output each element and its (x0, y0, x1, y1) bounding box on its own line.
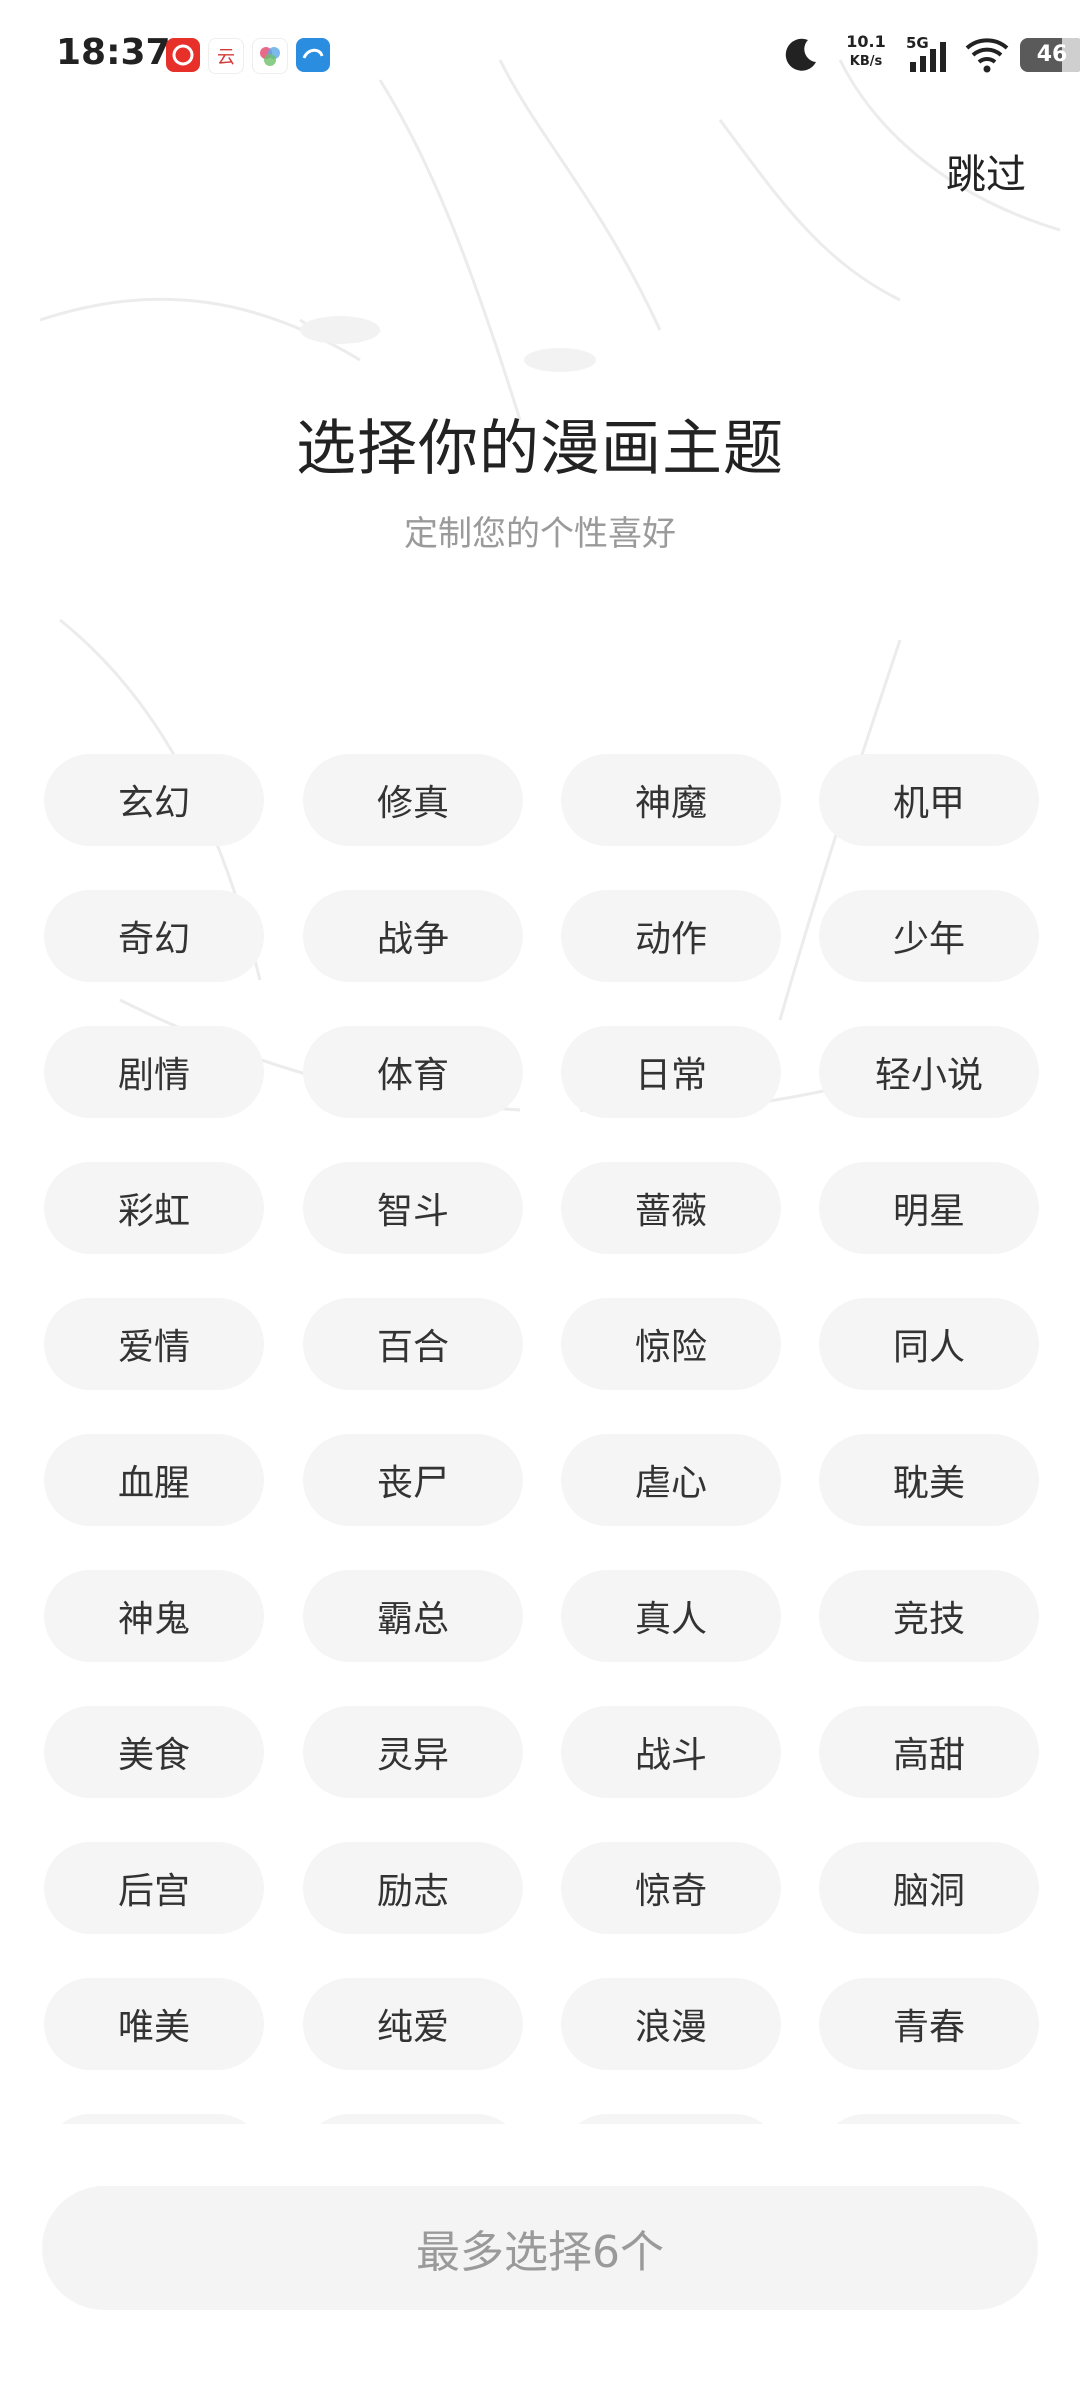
cloud-app-icon: 云 (208, 38, 244, 74)
do-not-disturb-moon-icon (785, 38, 816, 71)
topic-tag[interactable]: 血腥 (44, 1434, 264, 1526)
netease-music-icon (166, 38, 200, 72)
cellular-signal-icon: 5G (906, 34, 946, 72)
topic-tag[interactable]: 战争 (303, 890, 523, 982)
topic-tag[interactable]: 蔷薇 (561, 1162, 781, 1254)
topic-tag[interactable]: 耽美 (819, 1434, 1039, 1526)
confirm-selection-button[interactable]: 最多选择6个 (42, 2186, 1038, 2310)
topic-tag-grid: 玄幻 修真 神魔 机甲奇幻 战争 动作 少年剧情 体育 日常 轻小说彩虹 智斗 蔷薇 明星爱情 百合 惊险同… (44, 754, 1040, 2124)
topic-tag[interactable]: 战斗 (561, 1706, 781, 1798)
topic-tag[interactable]: 竞技 (819, 1570, 1039, 1662)
topic-tag[interactable]: 轻小说 (819, 1026, 1039, 1118)
photos-app-icon (252, 38, 288, 74)
topic-tag-partial[interactable] (819, 2114, 1039, 2124)
status-bar: 18:37 云 10.1 KB/s 5G 46 (0, 0, 1080, 115)
topic-tag[interactable]: 惊险 (561, 1298, 781, 1390)
topic-tag[interactable]: 唯美 (44, 1978, 264, 2070)
topic-tag[interactable]: 日常 (561, 1026, 781, 1118)
topic-tag[interactable]: 纯爱 (303, 1978, 523, 2070)
topic-tag[interactable]: 爱情 (44, 1298, 264, 1390)
topic-tag[interactable]: 丧尸 (303, 1434, 523, 1526)
topic-tag[interactable]: 奇幻 (44, 890, 264, 982)
topic-tag[interactable]: 青春 (819, 1978, 1039, 2070)
topic-tag[interactable]: 浪漫 (561, 1978, 781, 2070)
browser-app-icon (296, 38, 330, 72)
topic-tag-partial[interactable] (44, 2114, 264, 2124)
topic-tag[interactable]: 玄幻 (44, 754, 264, 846)
battery-level: 46 (1036, 42, 1068, 67)
topic-tag[interactable]: 惊奇 (561, 1842, 781, 1934)
topic-tag[interactable]: 霸总 (303, 1570, 523, 1662)
topic-tag[interactable]: 动作 (561, 890, 781, 982)
network-type-label: 5G (906, 34, 929, 52)
status-time: 18:37 (56, 32, 171, 73)
page-subtitle: 定制您的个性喜好 (404, 514, 676, 554)
topic-tag[interactable]: 明星 (819, 1162, 1039, 1254)
topic-tag[interactable]: 真人 (561, 1570, 781, 1662)
wifi-icon (965, 38, 1009, 73)
topic-tag[interactable]: 百合 (303, 1298, 523, 1390)
network-speed-unit: KB/s (849, 54, 883, 69)
topic-tag[interactable]: 美食 (44, 1706, 264, 1798)
topic-tag[interactable]: 神魔 (561, 754, 781, 846)
network-speed: 10.1 KB/s (836, 32, 896, 72)
topic-tag[interactable]: 灵异 (303, 1706, 523, 1798)
topic-tag[interactable]: 神鬼 (44, 1570, 264, 1662)
topic-tag[interactable]: 机甲 (819, 754, 1039, 846)
battery-icon: 46 (1020, 38, 1080, 72)
topic-tag[interactable]: 脑洞 (819, 1842, 1039, 1934)
topic-tag[interactable]: 体育 (303, 1026, 523, 1118)
topic-tag[interactable]: 虐心 (561, 1434, 781, 1526)
topic-tag[interactable]: 智斗 (303, 1162, 523, 1254)
topic-tag-partial[interactable] (303, 2114, 523, 2124)
topic-tag[interactable]: 少年 (819, 890, 1039, 982)
topic-tag[interactable]: 励志 (303, 1842, 523, 1934)
topic-tag[interactable]: 同人 (819, 1298, 1039, 1390)
topic-tag-partial[interactable] (561, 2114, 781, 2124)
topic-tag[interactable]: 后宫 (44, 1842, 264, 1934)
topic-tag[interactable]: 彩虹 (44, 1162, 264, 1254)
topic-tag[interactable]: 高甜 (819, 1706, 1039, 1798)
svg-text:云: 云 (217, 47, 235, 68)
network-speed-value: 10.1 (846, 32, 886, 51)
topic-tag[interactable]: 修真 (303, 754, 523, 846)
topic-tag[interactable]: 剧情 (44, 1026, 264, 1118)
skip-button[interactable]: 跳过 (946, 142, 1026, 200)
page-title: 选择你的漫画主题 (296, 414, 784, 484)
